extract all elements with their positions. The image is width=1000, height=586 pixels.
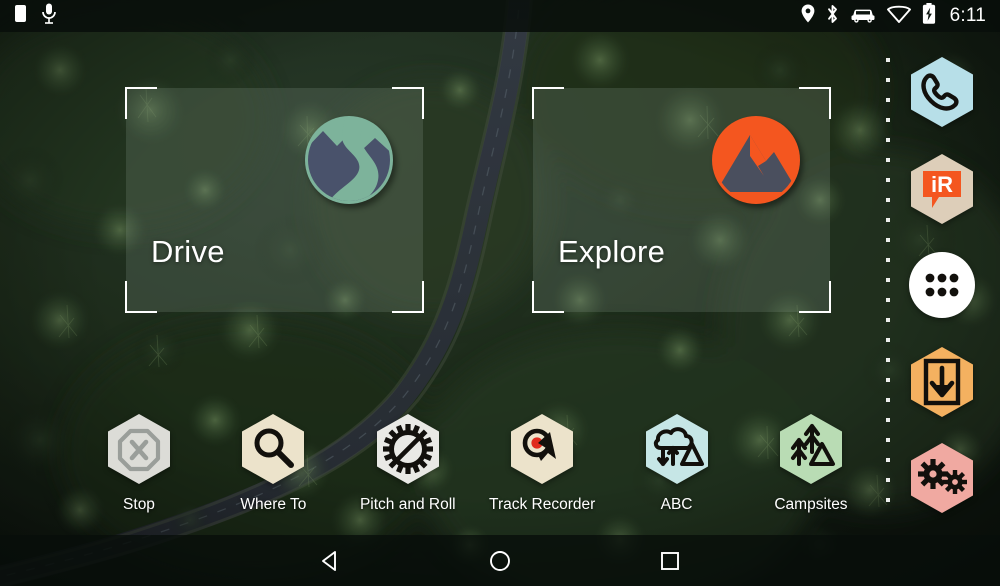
svg-text:iR: iR: [931, 172, 953, 197]
nav-button-home[interactable]: [415, 549, 585, 573]
trees-tent-icon: [774, 412, 848, 486]
dock-app-label: Track Recorder: [489, 496, 596, 513]
corner-bracket-bottom-left: [532, 281, 564, 313]
dock-app-abc[interactable]: ABC: [618, 412, 736, 527]
dock-app-label: Stop: [123, 496, 155, 513]
dock-app-label: Campsites: [774, 496, 848, 513]
sidebar-button-ir-messages[interactable]: iR: [905, 152, 979, 226]
corner-bracket-bottom-right: [392, 281, 424, 313]
dock-app-pitch-and-roll[interactable]: Pitch and Roll: [349, 412, 467, 527]
sim-card-icon: [14, 4, 27, 28]
microphone-icon: [41, 3, 57, 29]
app-dock: Stop Where To Pitch and Roll Track Recor…: [80, 412, 870, 527]
sidebar-dotted-divider: [886, 58, 890, 510]
dock-app-stop[interactable]: Stop: [80, 412, 198, 527]
recents-square-icon: [658, 549, 682, 573]
mountain-circle-icon: [710, 114, 802, 206]
gear-inclinometer-icon: [371, 412, 445, 486]
sidebar-button-app-drawer[interactable]: [905, 248, 979, 322]
home-circle-icon: [488, 549, 512, 573]
cloud-altimeter-icon: [640, 412, 714, 486]
nav-button-back[interactable]: [245, 549, 415, 573]
dock-app-campsites[interactable]: Campsites: [752, 412, 870, 527]
navigation-bar: [0, 535, 1000, 586]
explore-card-title: Explore: [558, 234, 666, 269]
sidebar-button-downloads[interactable]: [905, 345, 979, 419]
road-mountain-circle-icon: [303, 114, 395, 206]
stop-octagon-x-icon: [102, 412, 176, 486]
right-sidebar: iR: [903, 55, 981, 515]
status-bar-right-icons: 6:11: [801, 3, 1000, 29]
drive-card[interactable]: Drive: [125, 87, 424, 313]
wifi-icon: [886, 5, 911, 28]
corner-bracket-top-right: [392, 87, 424, 119]
sidebar-button-phone[interactable]: [905, 55, 979, 129]
dock-app-label: Where To: [240, 496, 307, 513]
corner-bracket-top-left: [532, 87, 564, 119]
back-triangle-icon: [318, 549, 342, 573]
corner-bracket-bottom-right: [799, 281, 831, 313]
status-bar-clock: 6:11: [949, 5, 986, 26]
corner-bracket-top-right: [799, 87, 831, 119]
corner-bracket-bottom-left: [125, 281, 157, 313]
magnifier-search-icon: [236, 412, 310, 486]
status-bar[interactable]: 6:11: [0, 0, 1000, 32]
location-pin-icon: [801, 4, 815, 28]
nav-button-recents[interactable]: [585, 549, 755, 573]
dock-app-label: Pitch and Roll: [359, 496, 456, 513]
dock-app-label: ABC: [660, 496, 693, 513]
sidebar-button-settings[interactable]: [905, 441, 979, 515]
battery-charging-icon: [922, 3, 936, 29]
explore-card[interactable]: Explore: [532, 87, 831, 313]
corner-bracket-top-left: [125, 87, 157, 119]
drive-card-title: Drive: [151, 234, 225, 269]
dock-app-track-recorder[interactable]: Track Recorder: [483, 412, 601, 527]
bluetooth-icon: [826, 4, 839, 29]
dock-app-where-to[interactable]: Where To: [214, 412, 332, 527]
record-track-icon: [505, 412, 579, 486]
car-icon: [850, 5, 876, 28]
status-bar-left-icons: [0, 3, 57, 29]
